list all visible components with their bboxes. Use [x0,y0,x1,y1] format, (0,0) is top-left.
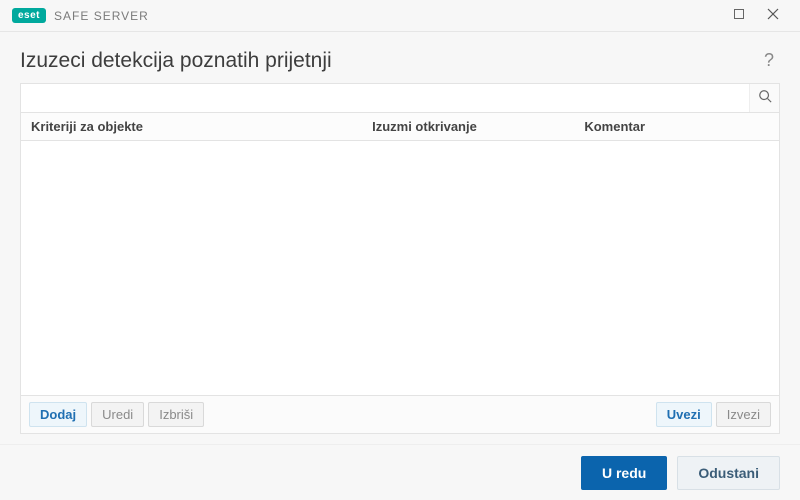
panel-actions: Dodaj Uredi Izbriši Uvezi Izvezi [21,395,779,433]
search-bar [21,84,779,113]
column-criteria[interactable]: Kriteriji za objekte [21,113,362,140]
exclusions-panel: Kriteriji za objekte Izuzmi otkrivanje K… [20,83,780,434]
add-button[interactable]: Dodaj [29,402,87,427]
delete-button[interactable]: Izbriši [148,402,204,427]
page-title: Izuzeci detekcija poznatih prijetnji [20,49,332,73]
close-icon [767,7,779,25]
edit-button[interactable]: Uredi [91,402,144,427]
content-area: Kriteriji za objekte Izuzmi otkrivanje K… [0,83,800,444]
ok-button[interactable]: U redu [581,456,667,490]
window-close-button[interactable] [756,0,790,32]
search-button[interactable] [749,84,779,112]
help-button[interactable]: ? [758,46,780,75]
brand-badge: eset [12,8,46,23]
dialog-footer: U redu Odustani [0,444,800,500]
search-icon [758,89,772,108]
export-button[interactable]: Izvezi [716,402,771,427]
app-window: eset SAFE SERVER Izuzeci detekcija pozna… [0,0,800,500]
column-exclude[interactable]: Izuzmi otkrivanje [362,113,574,140]
column-comment[interactable]: Komentar [574,113,779,140]
table-body [21,141,779,395]
square-icon [733,7,745,25]
window-maximize-button[interactable] [722,0,756,32]
table-header: Kriteriji za objekte Izuzmi otkrivanje K… [21,113,779,141]
titlebar: eset SAFE SERVER [0,0,800,32]
cancel-button[interactable]: Odustani [677,456,780,490]
product-name: SAFE SERVER [54,9,149,23]
search-input[interactable] [21,84,749,112]
page-header: Izuzeci detekcija poznatih prijetnji ? [0,32,800,83]
import-button[interactable]: Uvezi [656,402,712,427]
